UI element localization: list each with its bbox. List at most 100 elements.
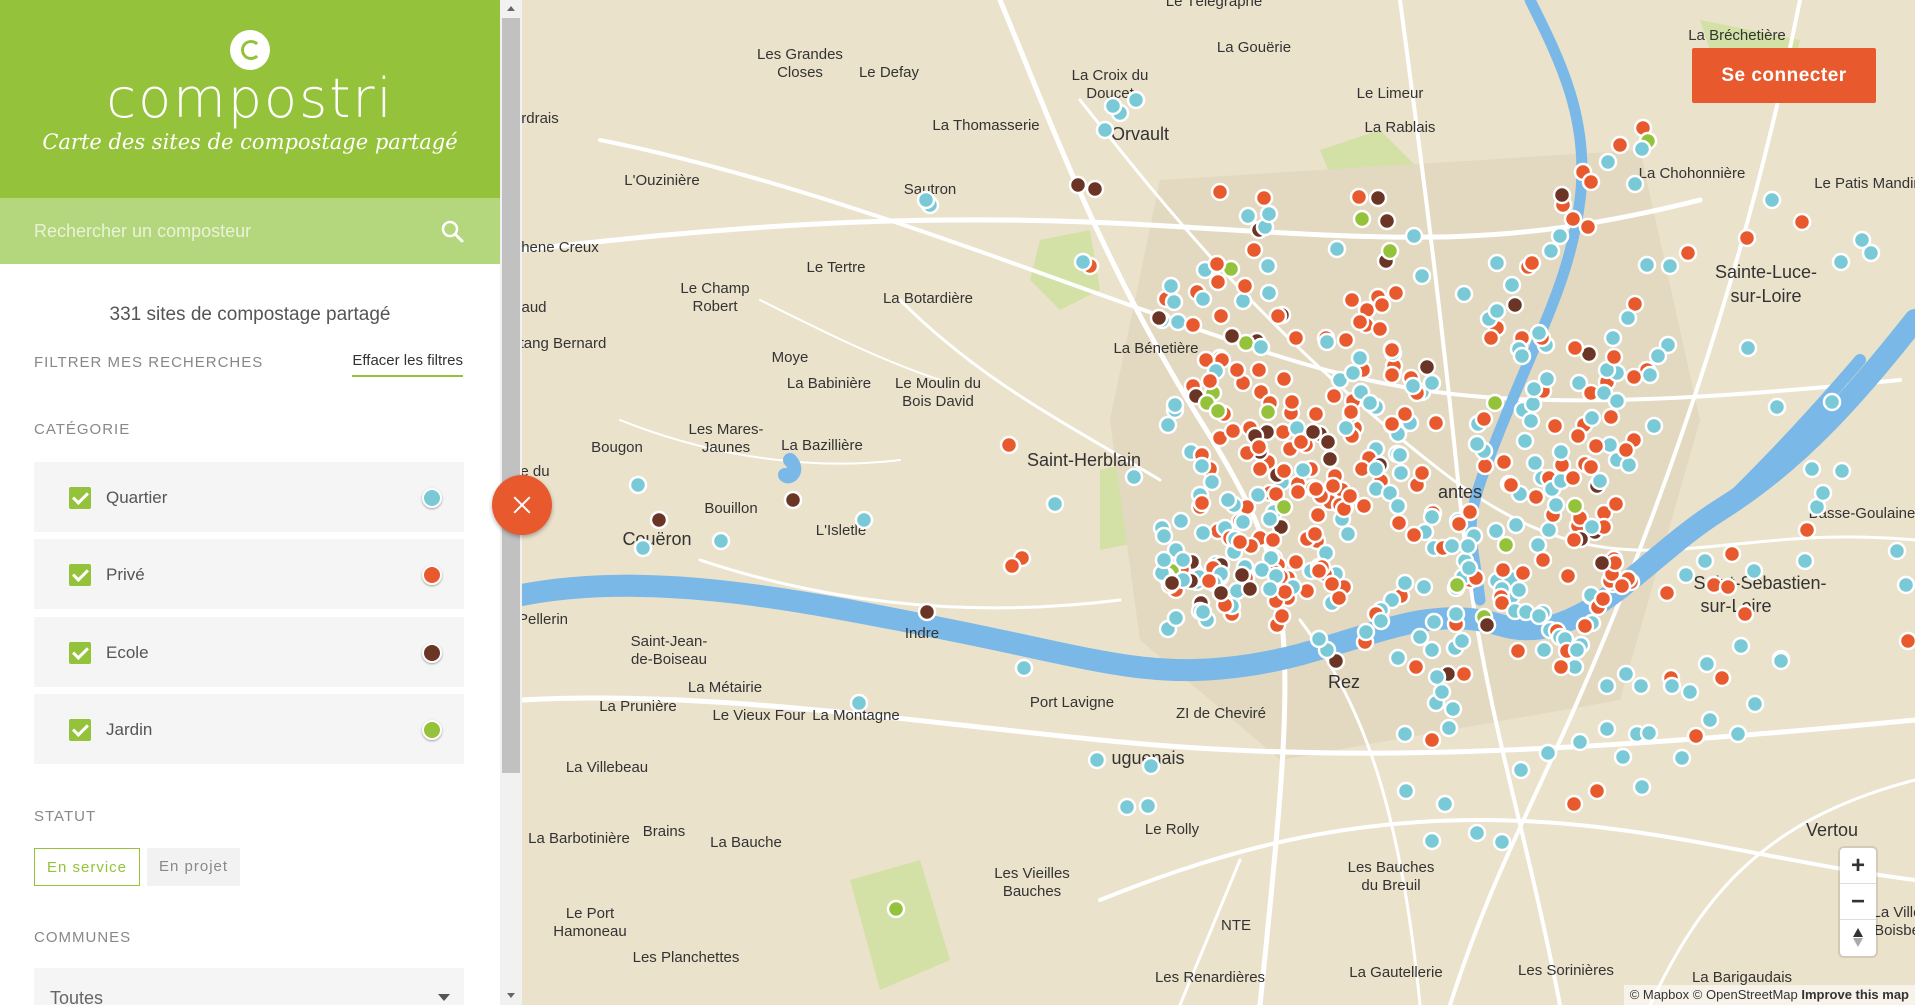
compost-site-marker[interactable] <box>1501 475 1521 495</box>
compost-site-marker[interactable] <box>1336 418 1356 438</box>
compost-site-marker[interactable] <box>1192 493 1212 513</box>
compost-site-marker[interactable] <box>1822 392 1842 412</box>
compost-site-marker[interactable] <box>1861 243 1881 263</box>
compost-site-marker[interactable] <box>1486 521 1506 541</box>
compost-site-marker[interactable] <box>1680 682 1700 702</box>
compost-site-marker[interactable] <box>1657 583 1677 603</box>
compost-site-marker[interactable] <box>1183 315 1203 335</box>
compost-site-marker[interactable] <box>1340 486 1360 506</box>
compost-site-marker[interactable] <box>1695 551 1715 571</box>
communes-select[interactable]: Toutes <box>34 968 464 1005</box>
compost-site-marker[interactable] <box>1454 664 1474 684</box>
compost-site-marker[interactable] <box>1686 726 1706 746</box>
compost-site-marker[interactable] <box>1515 431 1535 451</box>
compost-site-marker[interactable] <box>1613 747 1633 767</box>
compost-site-marker[interactable] <box>1308 505 1328 525</box>
compost-site-marker[interactable] <box>1792 212 1812 232</box>
compost-site-marker[interactable] <box>1496 535 1516 555</box>
compost-site-marker[interactable] <box>1521 411 1541 431</box>
status-en-service-button[interactable]: En service <box>34 848 141 886</box>
compost-site-marker[interactable] <box>1616 440 1636 460</box>
compost-site-marker[interactable] <box>1831 252 1851 272</box>
compost-site-marker[interactable] <box>1377 211 1397 231</box>
compost-site-marker[interactable] <box>1322 574 1342 594</box>
compost-site-marker[interactable] <box>1154 526 1174 546</box>
compost-site-marker[interactable] <box>1523 394 1543 414</box>
compost-site-marker[interactable] <box>1545 416 1565 436</box>
compost-site-marker[interactable] <box>1396 781 1416 801</box>
compost-site-marker[interactable] <box>1248 485 1268 505</box>
compost-site-marker[interactable] <box>1644 416 1664 436</box>
compost-site-marker[interactable] <box>1712 668 1732 688</box>
compost-site-marker[interactable] <box>1258 402 1278 422</box>
compost-site-marker[interactable] <box>1324 386 1344 406</box>
compost-site-marker[interactable] <box>1565 338 1585 358</box>
compost-site-marker[interactable] <box>1551 657 1571 677</box>
compost-site-marker[interactable] <box>1601 407 1621 427</box>
compost-site-marker[interactable] <box>1640 365 1660 385</box>
scroll-down-arrow-icon[interactable] <box>500 987 522 1005</box>
compost-site-marker[interactable] <box>1274 497 1294 517</box>
compost-site-marker[interactable] <box>1309 629 1329 649</box>
compost-site-marker[interactable] <box>1117 797 1137 817</box>
status-en-projet-button[interactable]: En projet <box>147 848 241 886</box>
compost-site-marker[interactable] <box>1487 301 1507 321</box>
compost-site-marker[interactable] <box>1494 452 1514 472</box>
compost-site-marker[interactable] <box>1534 640 1554 660</box>
compost-site-marker[interactable] <box>1268 306 1288 326</box>
compost-site-marker[interactable] <box>1274 461 1294 481</box>
compost-site-marker[interactable] <box>1529 323 1549 343</box>
compost-site-marker[interactable] <box>1371 611 1391 631</box>
compost-site-marker[interactable] <box>1474 409 1494 429</box>
compost-site-marker[interactable] <box>1356 622 1376 642</box>
compost-site-marker[interactable] <box>1565 496 1585 516</box>
compost-site-marker[interactable] <box>1735 604 1755 624</box>
compost-site-marker[interactable] <box>1458 536 1478 556</box>
compost-site-marker[interactable] <box>1263 530 1283 550</box>
compost-site-marker[interactable] <box>1259 283 1279 303</box>
compass-icon[interactable] <box>1840 920 1876 956</box>
compost-site-marker[interactable] <box>1525 453 1545 473</box>
compost-site-marker[interactable] <box>1603 328 1623 348</box>
category-ecole[interactable]: Ecole <box>34 617 464 687</box>
compost-site-marker[interactable] <box>1233 291 1253 311</box>
compost-site-marker[interactable] <box>1435 794 1455 814</box>
compost-site-marker[interactable] <box>1481 328 1501 348</box>
compost-site-marker[interactable] <box>1672 748 1692 768</box>
compost-site-marker[interactable] <box>1422 831 1442 851</box>
compost-site-marker[interactable] <box>1350 312 1370 332</box>
compost-site-marker[interactable] <box>1192 456 1212 476</box>
compost-site-marker[interactable] <box>1320 449 1340 469</box>
compost-site-marker[interactable] <box>1502 275 1522 295</box>
login-button[interactable]: Se connecter <box>1692 48 1876 103</box>
compost-site-marker[interactable] <box>1338 524 1358 544</box>
compost-site-marker[interactable] <box>1467 434 1487 454</box>
compost-site-marker[interactable] <box>1578 217 1598 237</box>
compost-site-marker[interactable] <box>1087 750 1107 770</box>
compost-site-marker[interactable] <box>1526 487 1546 507</box>
compost-site-marker[interactable] <box>1390 445 1410 465</box>
compost-site-marker[interactable] <box>1352 209 1372 229</box>
compost-site-marker[interactable] <box>1286 552 1306 572</box>
compost-site-marker[interactable] <box>1386 283 1406 303</box>
compost-site-marker[interactable] <box>1550 226 1570 246</box>
compost-site-marker[interactable] <box>1199 571 1219 591</box>
compost-site-marker[interactable] <box>1249 360 1269 380</box>
compost-site-marker[interactable] <box>1275 582 1295 602</box>
compost-site-marker[interactable] <box>1149 308 1169 328</box>
compost-site-marker[interactable] <box>1124 467 1144 487</box>
compost-site-marker[interactable] <box>1318 432 1338 452</box>
compost-site-marker[interactable] <box>1898 631 1915 651</box>
compost-site-marker[interactable] <box>1238 206 1258 226</box>
compost-site-marker[interactable] <box>1511 760 1531 780</box>
checkbox-quartier[interactable] <box>69 487 91 509</box>
compost-site-marker[interactable] <box>1249 437 1269 457</box>
compost-site-marker[interactable] <box>1208 272 1228 292</box>
compost-site-marker[interactable] <box>711 531 731 551</box>
improve-map-link[interactable]: Improve this map <box>1801 987 1909 1002</box>
compost-site-marker[interactable] <box>1459 558 1479 578</box>
compost-site-marker[interactable] <box>1306 404 1326 424</box>
compost-site-marker[interactable] <box>1317 332 1337 352</box>
compost-site-marker[interactable] <box>1165 395 1185 415</box>
compost-site-marker[interactable] <box>1222 326 1242 346</box>
